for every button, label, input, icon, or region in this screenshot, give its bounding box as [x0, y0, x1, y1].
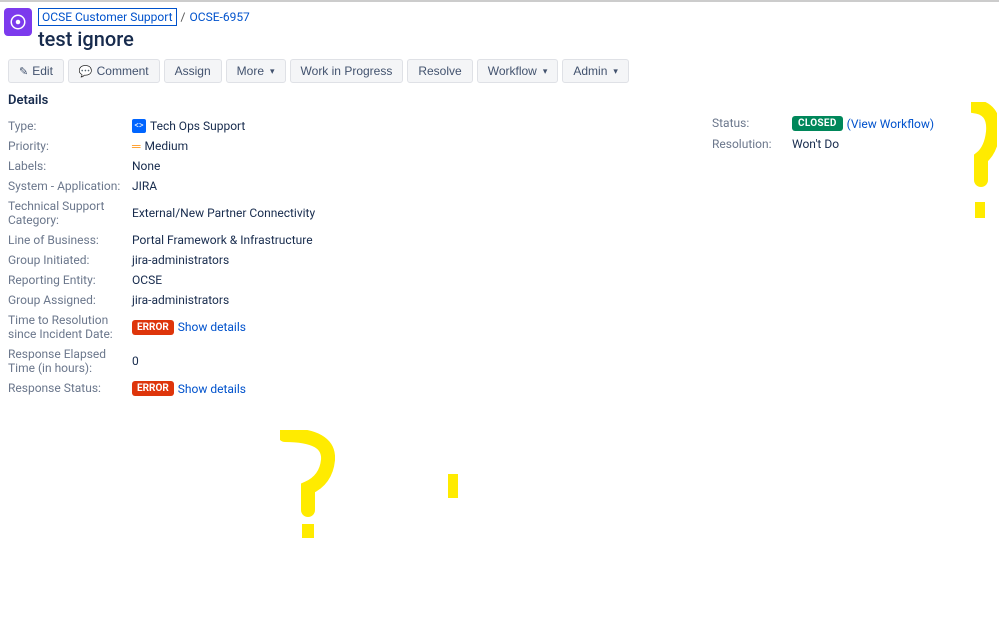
show-details-link[interactable]: Show details: [178, 382, 246, 396]
field-value: Portal Framework & Infrastructure: [132, 233, 313, 247]
field-label: Status:: [712, 116, 792, 131]
field-label: Group Initiated:: [8, 253, 132, 267]
comment-button[interactable]: 💬 Comment: [68, 59, 160, 83]
field-label: System - Application:: [8, 179, 132, 193]
field-group-initiated: Group Initiated: jira-administrators: [8, 250, 688, 270]
details-section-title: Details: [8, 93, 688, 108]
field-tech-support-cat: Technical Support Category: External/New…: [8, 196, 688, 230]
field-system-app: System - Application: JIRA: [8, 176, 688, 196]
edit-button[interactable]: ✎ Edit: [8, 59, 64, 83]
comment-label: Comment: [97, 64, 149, 78]
field-value: Medium: [145, 139, 189, 153]
breadcrumb-issue-link[interactable]: OCSE-6957: [190, 10, 250, 24]
field-type: Type: <> Tech Ops Support: [8, 116, 688, 136]
field-label: Resolution:: [712, 137, 792, 151]
field-labels: Labels: None: [8, 156, 688, 176]
resolve-button[interactable]: Resolve: [407, 59, 472, 83]
error-badge: ERROR: [132, 320, 174, 335]
more-label: More: [237, 64, 264, 78]
field-value: External/New Partner Connectivity: [132, 199, 315, 227]
field-value: Tech Ops Support: [150, 119, 245, 133]
chevron-down-icon: ▾: [543, 66, 548, 77]
field-value: Won't Do: [792, 137, 839, 151]
issue-title: test ignore: [38, 27, 250, 51]
field-value: 0: [132, 347, 139, 375]
annotation-mark-icon: [448, 474, 458, 498]
chevron-down-icon: ▾: [270, 66, 275, 77]
field-label: Priority:: [8, 139, 132, 153]
field-response-elapsed: Response Elapsed Time (in hours): 0: [8, 344, 688, 378]
assign-button[interactable]: Assign: [164, 59, 222, 83]
field-value: jira-administrators: [132, 293, 229, 307]
chevron-down-icon: ▾: [613, 66, 618, 77]
issuetype-icon: <>: [132, 119, 146, 133]
more-button[interactable]: More ▾: [226, 59, 286, 83]
comment-icon: 💬: [79, 65, 93, 78]
field-value: OCSE: [132, 273, 162, 287]
field-group-assigned: Group Assigned: jira-administrators: [8, 290, 688, 310]
field-value: jira-administrators: [132, 253, 229, 267]
pencil-icon: ✎: [19, 65, 28, 78]
field-reporting-entity: Reporting Entity: OCSE: [8, 270, 688, 290]
workflow-button[interactable]: Workflow ▾: [477, 59, 559, 83]
workflow-label: Workflow: [488, 64, 537, 78]
breadcrumb: OCSE Customer Support / OCSE-6957: [38, 8, 250, 26]
field-label: Group Assigned:: [8, 293, 132, 307]
field-label: Response Elapsed Time (in hours):: [8, 347, 132, 375]
field-line-of-business: Line of Business: Portal Framework & Inf…: [8, 230, 688, 250]
work-in-progress-button[interactable]: Work in Progress: [290, 59, 404, 83]
field-label: Type:: [8, 119, 132, 133]
error-badge: ERROR: [132, 381, 174, 396]
project-avatar-icon: [4, 8, 32, 36]
field-label: Reporting Entity:: [8, 273, 132, 287]
field-label: Line of Business:: [8, 233, 132, 247]
field-response-status: Response Status: ERROR Show details: [8, 378, 688, 399]
breadcrumb-project-link[interactable]: OCSE Customer Support: [38, 8, 177, 26]
status-badge: CLOSED: [792, 116, 843, 131]
annotation-mark-icon: [280, 430, 335, 540]
field-resolution: Resolution: Won't Do: [712, 134, 991, 154]
field-label: Technical Support Category:: [8, 199, 132, 227]
field-status: Status: CLOSED (View Workflow): [712, 113, 991, 134]
admin-button[interactable]: Admin ▾: [562, 59, 629, 83]
admin-label: Admin: [573, 64, 607, 78]
field-label: Labels:: [8, 159, 132, 173]
toolbar: ✎ Edit 💬 Comment Assign More ▾ Work in P…: [0, 53, 999, 93]
issue-header: OCSE Customer Support / OCSE-6957 test i…: [0, 2, 999, 53]
field-time-to-resolution: Time to Resolution since Incident Date: …: [8, 310, 688, 344]
edit-label: Edit: [32, 64, 53, 78]
field-value: None: [132, 159, 160, 173]
show-details-link[interactable]: Show details: [178, 320, 246, 334]
field-priority: Priority: ═ Medium: [8, 136, 688, 156]
field-label: Time to Resolution since Incident Date:: [8, 313, 132, 341]
field-label: Response Status:: [8, 381, 132, 396]
priority-medium-icon: ═: [132, 139, 141, 153]
view-workflow-link[interactable]: (View Workflow): [847, 117, 934, 131]
breadcrumb-separator: /: [181, 10, 186, 24]
field-value: JIRA: [132, 179, 157, 193]
